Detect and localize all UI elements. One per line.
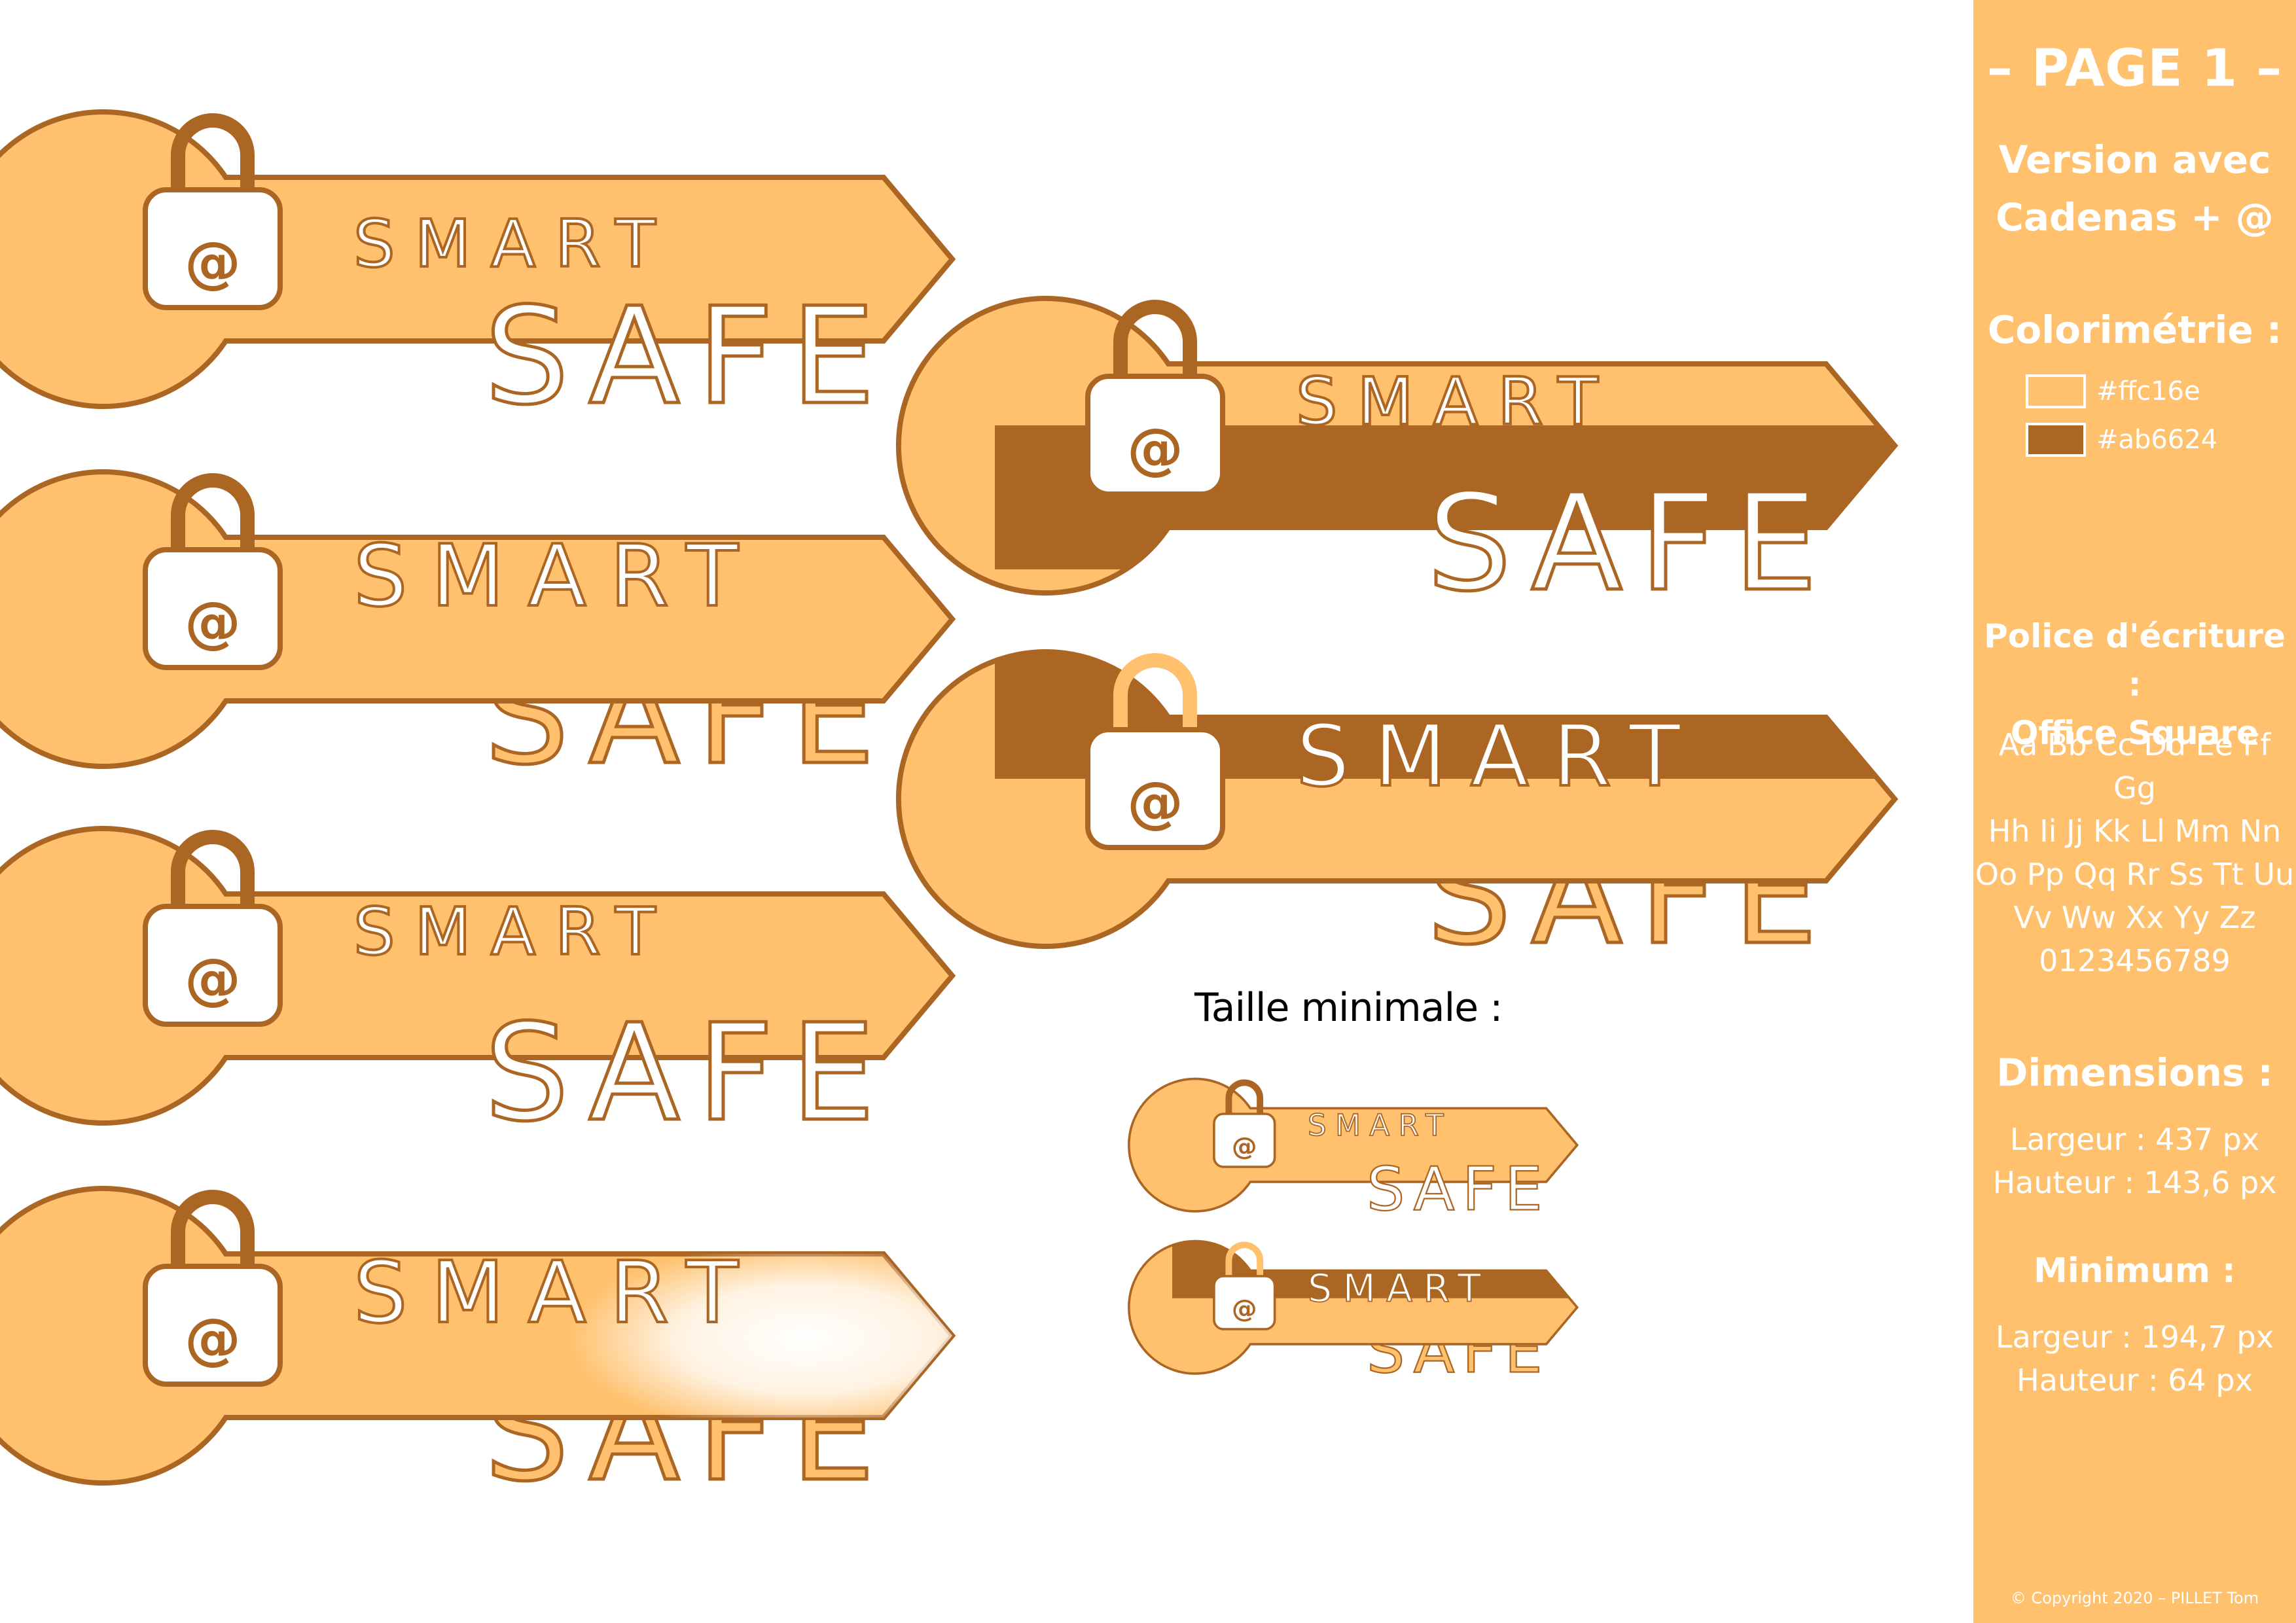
- minimum-title: Minimum :: [2034, 1251, 2236, 1291]
- logo-variant-4: SAFE @ SMART: [0, 1135, 956, 1513]
- alphabet-sample: Aa Bb Cc Dd Ee Ff Gg Hh Ii Jj Kk Ll Mm N…: [1973, 723, 2296, 982]
- colorimetry-title: Colorimétrie :: [1987, 308, 2282, 352]
- at-symbol: @: [185, 590, 241, 655]
- wordmark-smart: SMART: [353, 205, 675, 282]
- font-title: Police d'écriture :: [1984, 617, 2286, 704]
- logo-variant-2: SAFE @ SMART: [0, 419, 956, 796]
- color-swatch-light: [2026, 374, 2086, 408]
- wordmark-smart: SMART: [353, 1243, 762, 1342]
- at-symbol: @: [1232, 1132, 1257, 1162]
- alphabet-line: Oo Pp Qq Rr Ss Tt Uu: [1975, 857, 2295, 892]
- alphabet-line: Vv Ww Xx Yy Zz: [2013, 900, 2256, 935]
- info-panel: – PAGE 1 – Version avec Cadenas + @ Colo…: [1973, 0, 2296, 1623]
- at-symbol: @: [185, 1306, 241, 1372]
- color-swatch-dark: [2026, 423, 2086, 457]
- color-hex-dark: #ab6624: [2096, 425, 2218, 455]
- minimum-width: Largeur : 194,7 px: [1996, 1319, 2274, 1355]
- minimum-values: Largeur : 194,7 px Hauteur : 64 px: [1973, 1315, 2296, 1402]
- version-line-2: Cadenas + @: [1996, 195, 2274, 240]
- minimum-size-caption: Taille minimale :: [1194, 985, 1503, 1031]
- at-symbol: @: [185, 946, 241, 1012]
- wordmark-safe: SAFE: [1367, 1154, 1550, 1224]
- at-symbol: @: [1127, 416, 1183, 482]
- wordmark-smart: SMART: [1296, 706, 1704, 806]
- logo-minimum-variant-2: SAFE @ SMART: [1128, 1217, 1579, 1387]
- logo-variant-3: @ SMART SAFE: [0, 776, 956, 1153]
- version-description: Version avec Cadenas + @: [1973, 131, 2296, 246]
- version-line-1: Version avec: [1998, 137, 2271, 182]
- wordmark-smart: SMART: [353, 526, 762, 626]
- logo-variations-area: @ SMART SAFE SAFE @ SMART @ SMART SAFE S…: [0, 0, 1973, 1623]
- dimension-height: Hauteur : 143,6 px: [1992, 1165, 2277, 1200]
- dimensions-title: Dimensions :: [1996, 1050, 2273, 1095]
- page-label: – PAGE 1 –: [1986, 39, 2283, 98]
- alphabet-line: Aa Bb Cc Dd Ee Ff Gg: [1998, 727, 2271, 806]
- copyright-text: © Copyright 2020 – PILLET Tom: [2010, 1589, 2259, 1607]
- at-symbol: @: [1127, 770, 1183, 835]
- wordmark-smart: SMART: [1308, 1266, 1492, 1310]
- wordmark-safe: SAFE: [484, 996, 892, 1151]
- color-swatch-row-2: #ab6624: [2026, 420, 2217, 459]
- at-symbol: @: [1232, 1294, 1257, 1324]
- logo-minimum-variant-1: @ SMART SAFE: [1128, 1055, 1579, 1224]
- wordmark-safe: SAFE: [484, 279, 892, 435]
- alphabet-line: 0123456789: [2039, 943, 2231, 978]
- minimum-height: Hauteur : 64 px: [2017, 1363, 2253, 1398]
- logo-variant-1: @ SMART SAFE: [0, 59, 956, 437]
- dimensions-values: Largeur : 437 px Hauteur : 143,6 px: [1973, 1118, 2296, 1204]
- wordmark-smart: SMART: [1308, 1108, 1452, 1143]
- wordmark-smart: SMART: [1296, 363, 1617, 440]
- logo-variant-6: SAFE @ SMART: [895, 599, 1899, 976]
- wordmark-safe: SAFE: [1427, 466, 1835, 621]
- logo-variant-5: @ SMART SAFE: [895, 245, 1899, 623]
- color-hex-light: #ffc16e: [2096, 376, 2200, 406]
- dimension-width: Largeur : 437 px: [2009, 1122, 2260, 1157]
- at-symbol: @: [185, 230, 241, 295]
- alphabet-line: Hh Ii Jj Kk Ll Mm Nn: [1988, 813, 2282, 849]
- wordmark-smart: SMART: [353, 893, 675, 970]
- color-swatch-row-1: #ffc16e: [2026, 372, 2200, 411]
